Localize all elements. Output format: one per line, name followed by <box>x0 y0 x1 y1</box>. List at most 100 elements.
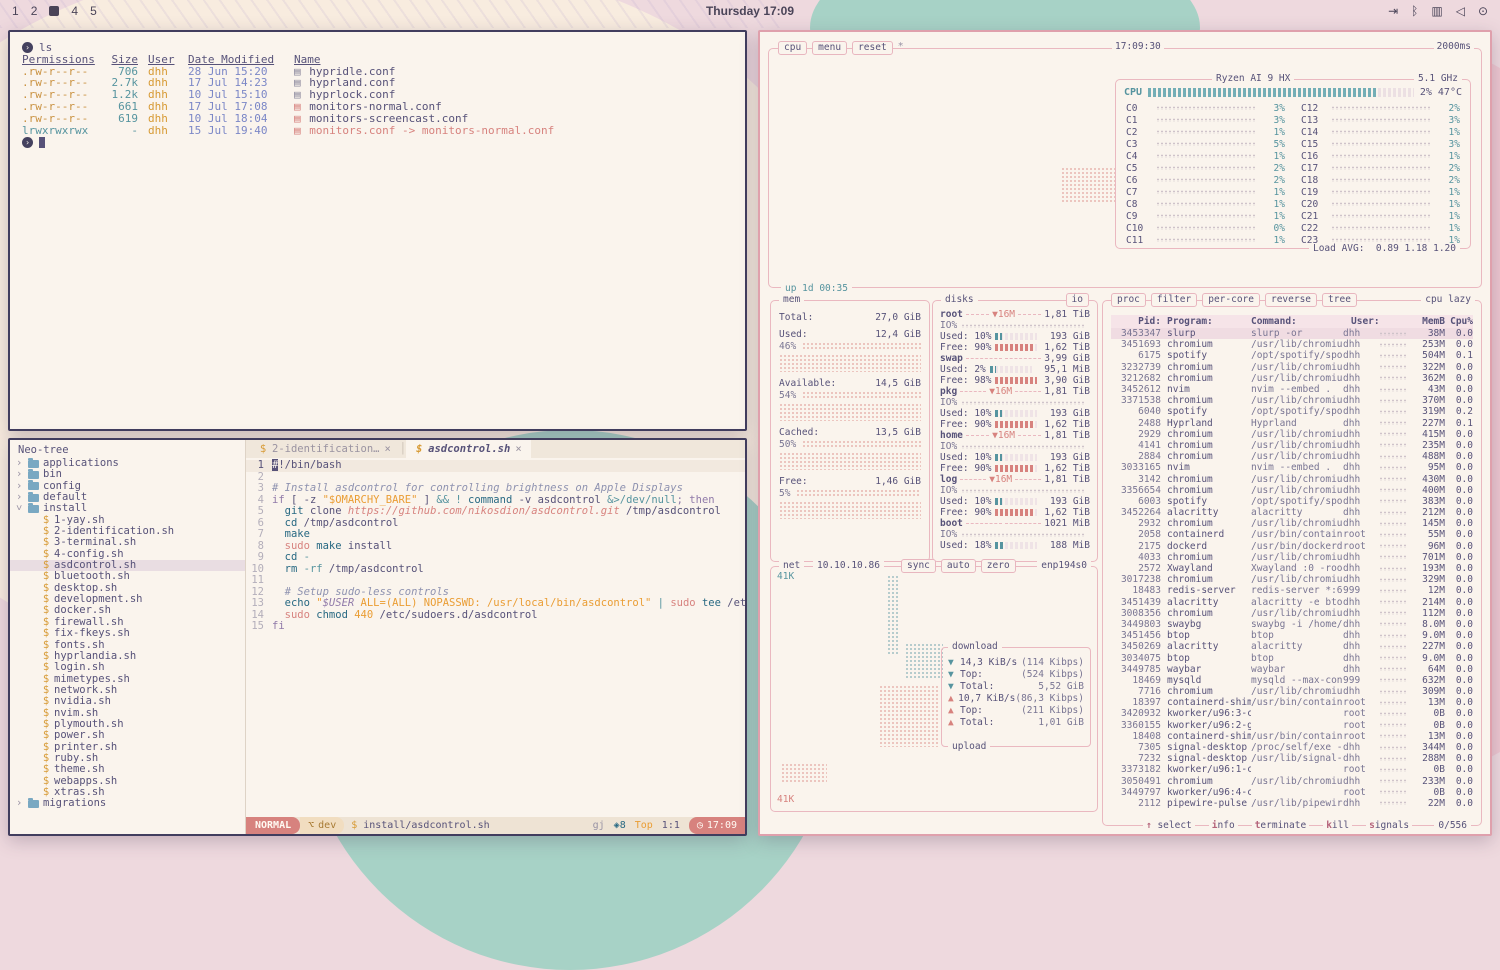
btop-tab-reset[interactable]: reset <box>852 41 893 55</box>
io-tab[interactable]: io <box>1066 293 1089 307</box>
disks-panel-title[interactable]: disks <box>941 294 978 306</box>
btop-refresh-interval[interactable]: 2000ms <box>1434 41 1474 52</box>
process-row[interactable]: 2929chromium/usr/lib/chromium/dhh415M0.0 <box>1111 429 1473 440</box>
process-row[interactable]: 3034075btopbtopdhh9.0M0.0 <box>1111 652 1473 663</box>
proc-sort-mode[interactable]: cpu lazy <box>1421 294 1475 306</box>
process-row[interactable]: 3371538chromium/usr/lib/chromium/dhh370M… <box>1111 395 1473 406</box>
proc-mem: 95M <box>1411 462 1445 473</box>
tree-dir-migrations[interactable]: ›migrations <box>10 798 245 809</box>
process-row[interactable]: 2932chromium/usr/lib/chromium/dhh145M0.0 <box>1111 518 1473 529</box>
tree-file-fix-fkeys.sh[interactable]: $fix-fkeys.sh <box>10 628 245 639</box>
process-row[interactable]: 18469mysqldmysqld --max-conne999632M0.0 <box>1111 675 1473 686</box>
process-row[interactable]: 18483redis-serverredis-server *:63799912… <box>1111 585 1473 596</box>
process-row[interactable]: 3449797kworker/u96:4-coroot0B0.0 <box>1111 787 1473 798</box>
btop-window[interactable]: cpumenureset* 17:09:30 2000ms Ryzen AI 9… <box>758 30 1492 836</box>
process-row[interactable]: 3373182kworker/u96:1-coroot0B0.0 <box>1111 764 1473 775</box>
process-row[interactable]: 7716chromium/usr/lib/chromium/dhh309M0.0 <box>1111 686 1473 697</box>
btop-tab-menu[interactable]: menu <box>812 41 847 55</box>
volume-icon[interactable]: ◁ <box>1456 4 1465 18</box>
process-row[interactable]: 3212682chromium/usr/lib/chromium/dhh362M… <box>1111 373 1473 384</box>
editor-window[interactable]: Neo-tree ›applications›bin›config›defaul… <box>8 438 747 836</box>
process-row[interactable]: 3450269alacrittyalacrittydhh227M0.0 <box>1111 641 1473 652</box>
process-row[interactable]: 2112pipewire-pulse/usr/lib/pipewire-dhh2… <box>1111 798 1473 809</box>
process-row[interactable]: 6003spotify/opt/spotify/spotidhh383M0.0 <box>1111 496 1473 507</box>
proc-command: /usr/lib/chromium/ <box>1251 429 1343 440</box>
footer-action-select[interactable]: ↑ select <box>1143 820 1195 831</box>
process-row[interactable]: 2175dockerd/usr/bin/dockerd -root96M0.0 <box>1111 541 1473 552</box>
net-tab-auto[interactable]: auto <box>941 559 976 573</box>
col-header-command[interactable]: Command: <box>1251 316 1351 327</box>
proc-tab-proc[interactable]: proc <box>1111 293 1146 307</box>
process-row[interactable]: 3232739chromium/usr/lib/chromium/dhh322M… <box>1111 362 1473 373</box>
tab-2-identification-[interactable]: $2-identification…× <box>250 440 400 458</box>
col-header-user[interactable]: User: <box>1351 316 1383 327</box>
process-row[interactable]: 4141chromium/usr/lib/chromium/dhh235M0.0 <box>1111 440 1473 451</box>
col-header-mem[interactable]: MemB <box>1411 316 1445 327</box>
process-row[interactable]: 6175spotify/opt/spotify/spotidhh504M0.1 <box>1111 350 1473 361</box>
btop-tab-cpu[interactable]: cpu <box>778 41 807 55</box>
proc-tab-filter[interactable]: filter <box>1151 293 1197 307</box>
process-row[interactable]: 3360155kworker/u96:2-gfroot0B0.0 <box>1111 720 1473 731</box>
process-row[interactable]: 3449803swaybgswaybg -i /home/dhdhh8.0M0.… <box>1111 619 1473 630</box>
proc-mem-graph <box>1379 779 1407 783</box>
tab-asdcontrol-sh[interactable]: $asdcontrol.sh× <box>406 440 531 458</box>
tree-file-login.sh[interactable]: $login.sh <box>10 662 245 673</box>
process-row[interactable]: 3453347slurpslurp -ordhh38M0.0 <box>1111 328 1473 339</box>
tree-file-power.sh[interactable]: $power.sh <box>10 730 245 741</box>
process-row[interactable]: 3008356chromium/usr/lib/chromium/dhh112M… <box>1111 608 1473 619</box>
net-tab-zero[interactable]: zero <box>981 559 1016 573</box>
process-row[interactable]: 3451456btopbtopdhh9.0M0.0 <box>1111 630 1473 641</box>
process-row[interactable]: 18408containerd-shim/usr/bin/containerro… <box>1111 731 1473 742</box>
code-area[interactable]: 1#!/bin/bash23# Install asdcontrol for c… <box>246 458 745 817</box>
process-row[interactable]: 3017238chromium/usr/lib/chromium/dhh329M… <box>1111 574 1473 585</box>
proc-cpu: 0.0 <box>1445 362 1473 373</box>
net-tab-sync[interactable]: sync <box>901 559 936 573</box>
tree-dir-bin[interactable]: ›bin <box>10 469 245 480</box>
proc-tab-tree[interactable]: tree <box>1322 293 1357 307</box>
footer-action-erminate[interactable]: terminate <box>1252 820 1310 831</box>
process-row[interactable]: 3356654chromium/usr/lib/chromium/dhh400M… <box>1111 485 1473 496</box>
network-interface[interactable]: enp194s0 <box>1037 560 1091 572</box>
tree-item-label: power.sh <box>54 730 105 741</box>
process-row[interactable]: 7305signal-desktop/proc/self/exe --tdhh3… <box>1111 742 1473 753</box>
footer-action-nfo[interactable]: info <box>1209 820 1238 831</box>
bluetooth-icon[interactable]: ᛒ <box>1411 4 1418 18</box>
proc-tab-reverse[interactable]: reverse <box>1265 293 1317 307</box>
memory-panel-title[interactable]: mem <box>779 294 804 306</box>
process-row[interactable]: 3050491chromium/usr/lib/chromium/dhh233M… <box>1111 776 1473 787</box>
col-header-cpu[interactable]: Cpu% <box>1445 316 1473 327</box>
footer-action-ignals[interactable]: signals <box>1366 820 1412 831</box>
process-row[interactable]: 2884chromium/usr/lib/chromium/dhh488M0.0 <box>1111 451 1473 462</box>
process-row[interactable]: 2488HyprlandHyprlanddhh227M0.1 <box>1111 418 1473 429</box>
process-row[interactable]: 2058containerd/usr/bin/containerroot55M0… <box>1111 529 1473 540</box>
process-row[interactable]: 4033chromium/usr/lib/chromium/dhh701M0.0 <box>1111 552 1473 563</box>
col-header-pid[interactable]: Pid: <box>1111 316 1161 327</box>
process-row[interactable]: 3451439alacrittyalacritty -e btopdhh214M… <box>1111 597 1473 608</box>
terminal-window[interactable]: › ls Permissions Size User Date Modified… <box>8 30 747 431</box>
process-row[interactable]: 3452612nvimnvim --embed .dhh43M0.0 <box>1111 384 1473 395</box>
tree-file-nvidia.sh[interactable]: $nvidia.sh <box>10 696 245 707</box>
process-row[interactable]: 3451693chromium/usr/lib/chromium/dhh253M… <box>1111 339 1473 350</box>
proc-pid: 4033 <box>1111 552 1161 563</box>
process-row[interactable]: 6040spotify/opt/spotify/spotidhh319M0.2 <box>1111 406 1473 417</box>
mem-label: Available: <box>779 378 836 389</box>
footer-action-ill[interactable]: kill <box>1323 820 1352 831</box>
proc-tab-per-core[interactable]: per-core <box>1202 293 1260 307</box>
process-row[interactable]: 3142chromium/usr/lib/chromium/dhh430M0.0 <box>1111 473 1473 484</box>
tree-file-theme.sh[interactable]: $theme.sh <box>10 764 245 775</box>
power-icon[interactable]: ⊙ <box>1478 4 1488 18</box>
close-icon[interactable]: × <box>384 443 390 455</box>
proc-command: swaybg -i /home/dh <box>1251 619 1343 630</box>
process-row[interactable]: 7232signal-desktop/usr/lib/signal-dedhh2… <box>1111 753 1473 764</box>
close-icon[interactable]: × <box>515 443 521 455</box>
process-row[interactable]: 3033165nvimnvim --embed .dhh95M0.0 <box>1111 462 1473 473</box>
process-row[interactable]: 18397containerd-shim/usr/bin/containerro… <box>1111 697 1473 708</box>
process-row[interactable]: 3449785waybarwaybardhh64M0.0 <box>1111 664 1473 675</box>
logout-icon[interactable]: ⇥ <box>1388 4 1398 18</box>
col-header-program[interactable]: Program: <box>1167 316 1251 327</box>
process-row[interactable]: 3420932kworker/u96:3-coroot0B0.0 <box>1111 708 1473 719</box>
proc-pid: 6003 <box>1111 496 1161 507</box>
display-icon[interactable]: ▥ <box>1431 4 1442 18</box>
process-row[interactable]: 2572XwaylandXwayland :0 -rootldhh193M0.0 <box>1111 563 1473 574</box>
process-row[interactable]: 3452264alacrittyalacrittydhh212M0.0 <box>1111 507 1473 518</box>
